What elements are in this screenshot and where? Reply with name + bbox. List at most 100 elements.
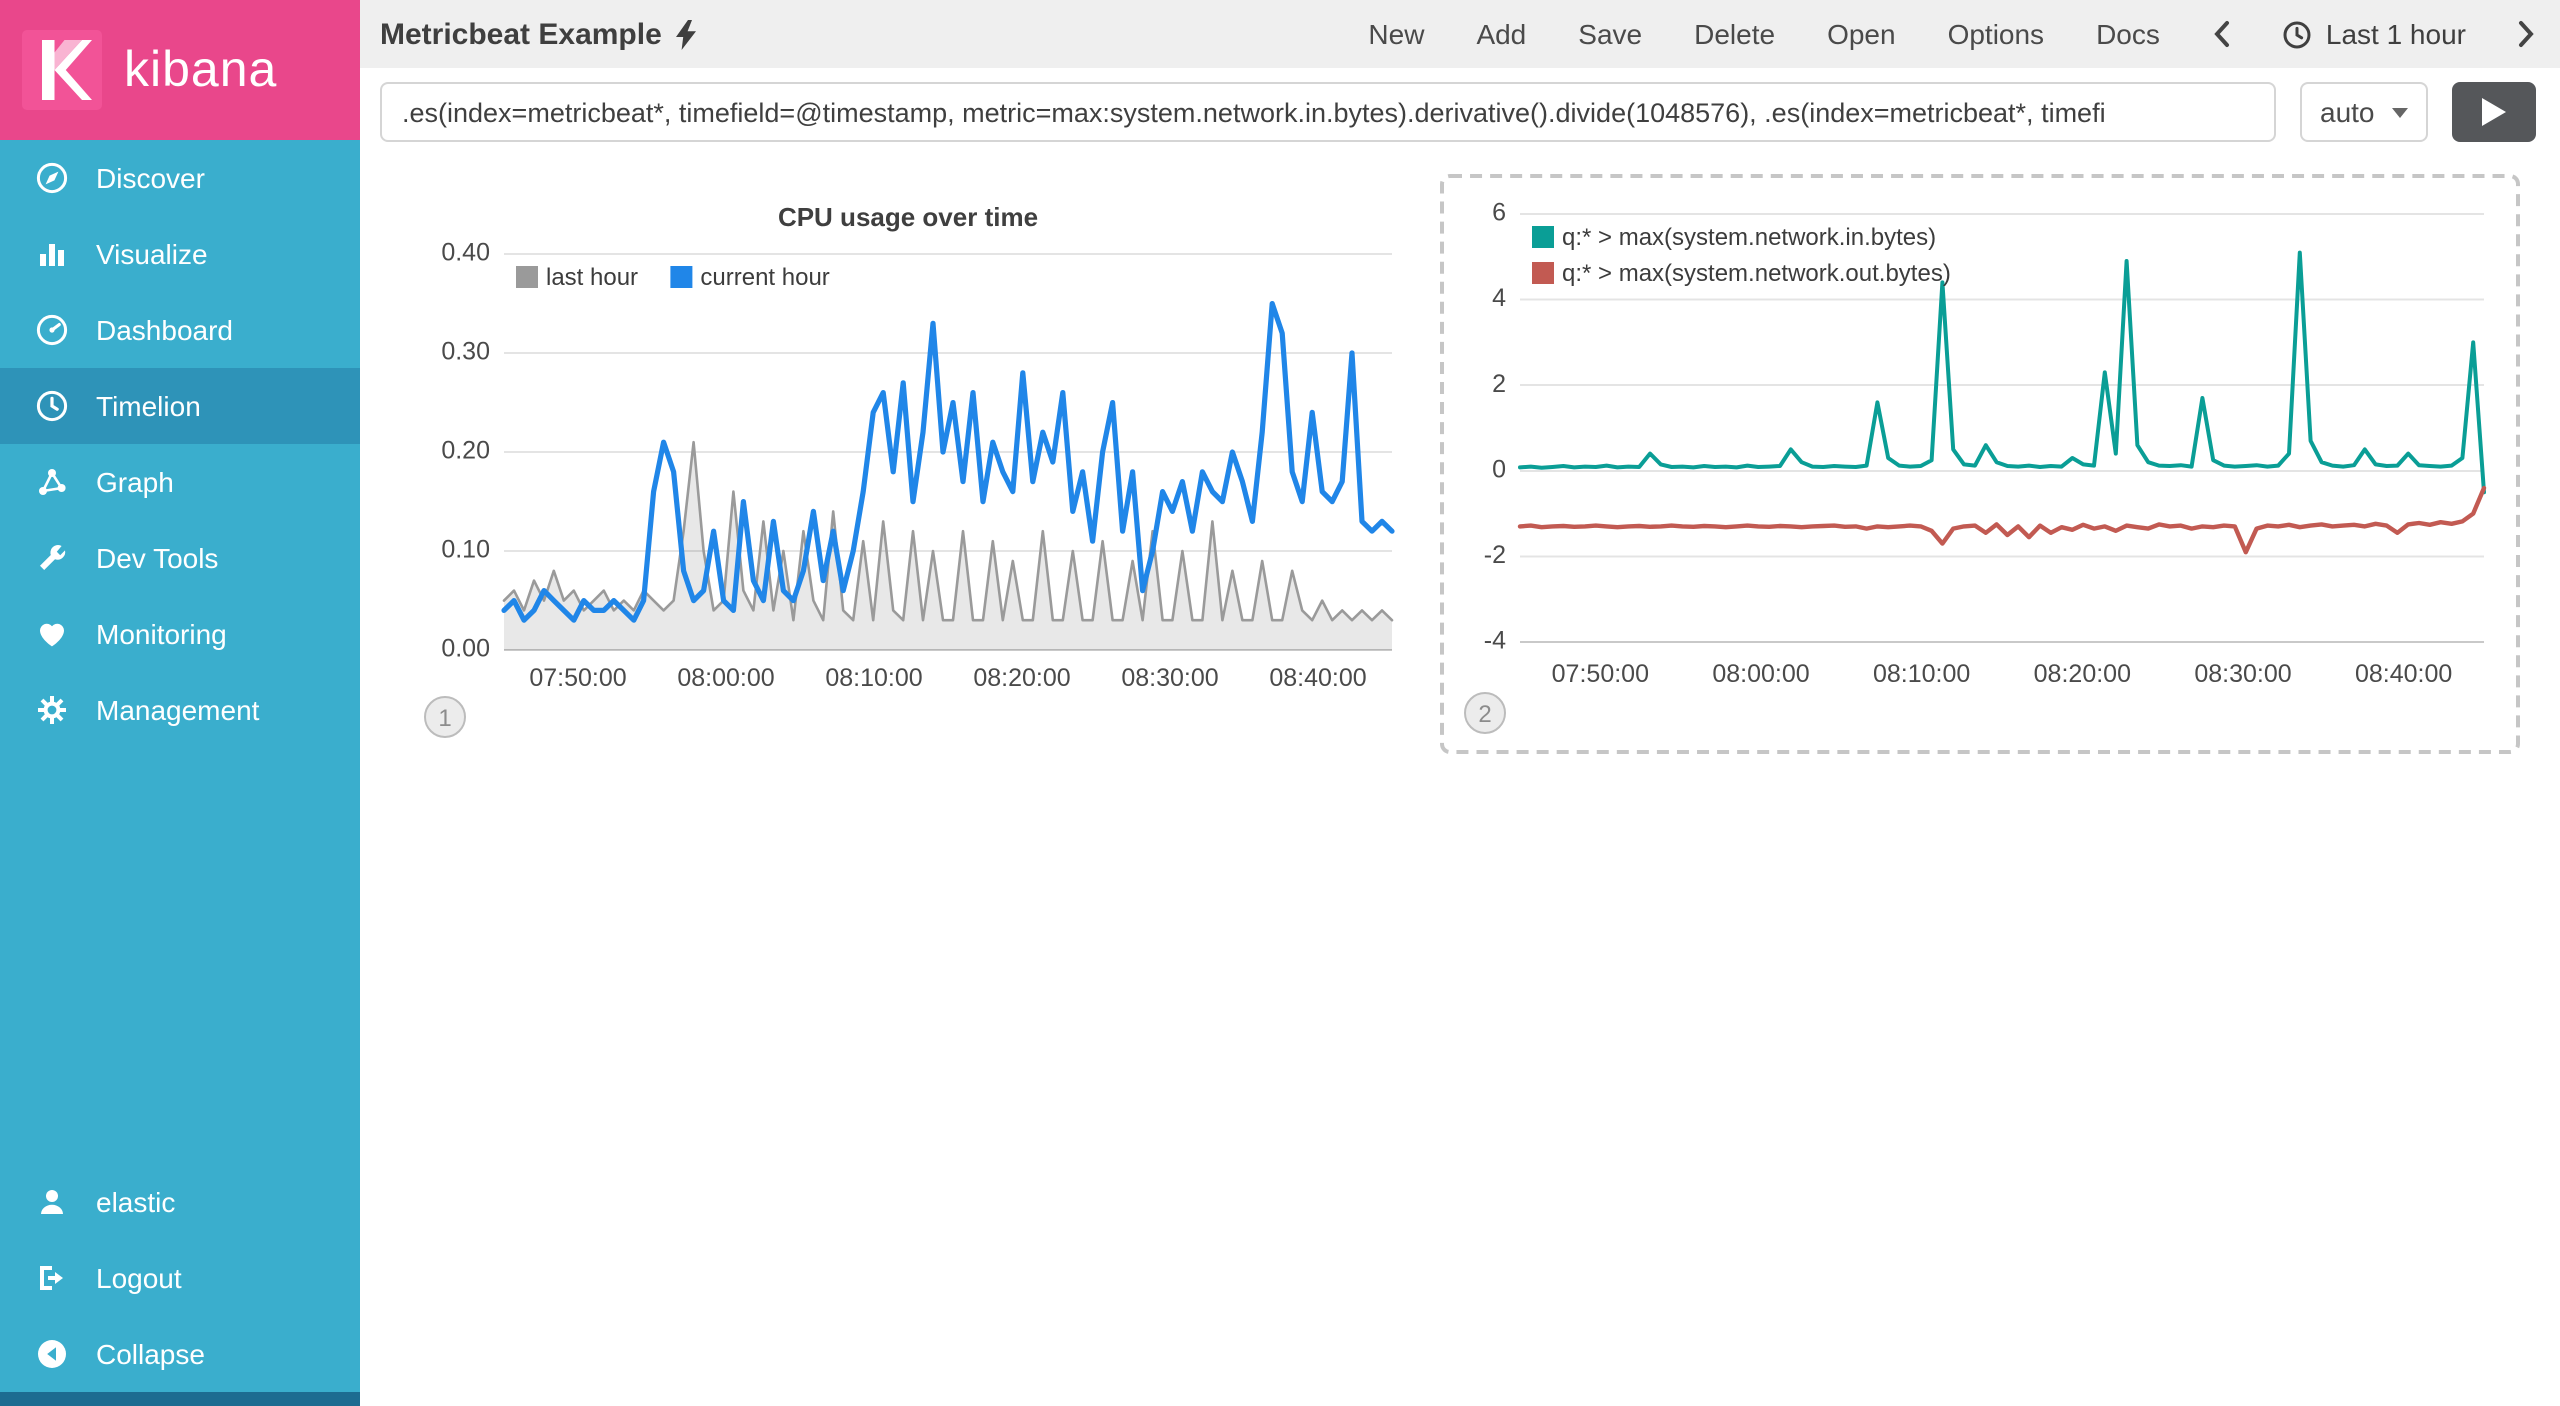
- collapse-icon: [38, 1340, 66, 1368]
- brand-name: kibana: [124, 41, 278, 97]
- sidebar-bottom-strip: [0, 1392, 360, 1406]
- sidebar-item-label: elastic: [96, 1186, 176, 1218]
- menu-new[interactable]: New: [1368, 18, 1424, 50]
- logout-icon: [40, 1266, 63, 1290]
- chevron-down-icon: [2392, 107, 2408, 117]
- chevron-left-icon: [2214, 21, 2229, 47]
- sidebar-item-label: Dev Tools: [96, 542, 219, 574]
- time-forward-button[interactable]: [2518, 20, 2536, 48]
- timelion-sheet: CPU usage over time 0.00 0.10 0.20 0.30 0.40…: [360, 154, 2560, 758]
- svg-text:08:00:00: 08:00:00: [677, 664, 774, 692]
- svg-text:0.20: 0.20: [441, 437, 490, 465]
- dev-tools-icon: [40, 545, 66, 570]
- svg-text:08:00:00: 08:00:00: [1712, 660, 1809, 688]
- svg-text:08:10:00: 08:10:00: [825, 664, 922, 692]
- svg-text:-4: -4: [1484, 627, 1506, 655]
- sidebar-item-label: Logout: [96, 1262, 182, 1294]
- lightning-icon: [675, 19, 696, 49]
- kibana-logo[interactable]: kibana: [0, 0, 360, 140]
- kibana-app: kibana Discover Visualize Dashboard Time…: [0, 0, 2560, 1406]
- sidebar-item-dashboard[interactable]: Dashboard: [0, 292, 360, 368]
- sidebar-item-label: Graph: [96, 466, 174, 498]
- chart-title: CPU usage over time: [777, 202, 1039, 232]
- svg-text:08:20:00: 08:20:00: [973, 664, 1070, 692]
- sidebar-item-timelion[interactable]: Timelion: [0, 368, 360, 444]
- interval-select[interactable]: auto: [2300, 82, 2428, 142]
- graph-icon: [39, 469, 66, 495]
- sidebar-item-dev-tools[interactable]: Dev Tools: [0, 520, 360, 596]
- sidebar-item-label: Visualize: [96, 238, 208, 270]
- svg-text:q:* > max(system.network.out.b: q:* > max(system.network.out.bytes): [1562, 260, 1951, 287]
- svg-text:last hour: last hour: [546, 264, 638, 291]
- svg-text:08:40:00: 08:40:00: [1269, 664, 1366, 692]
- chart-legend[interactable]: last hour current hour: [516, 264, 830, 291]
- svg-text:6: 6: [1492, 199, 1506, 227]
- chart-svg: 6 4 2 0 -2 -4 07:50:00 08:00:00 08:10:00 08:20:00…: [1484, 199, 2487, 688]
- menu-add[interactable]: Add: [1476, 18, 1526, 50]
- time-picker-label: Last 1 hour: [2325, 18, 2466, 50]
- svg-text:-2: -2: [1484, 541, 1506, 569]
- play-button[interactable]: [2452, 82, 2536, 142]
- chart-svg: 0.00 0.10 0.20 0.30 0.40 07:50:00 08:00:00 08:1…: [441, 239, 1395, 692]
- time-picker[interactable]: Last 1 hour: [2282, 18, 2466, 50]
- sidebar-item-label: Monitoring: [96, 618, 227, 650]
- sidebar-item-label: Timelion: [96, 390, 201, 422]
- play-icon: [2482, 98, 2506, 126]
- chart-2-plot: 6 4 2 0 -2 -4 07:50:00 08:00:00 08:10:00 08:20:00…: [1460, 194, 2500, 698]
- sidebar-item-graph[interactable]: Graph: [0, 444, 360, 520]
- menu-options[interactable]: Options: [1948, 18, 2045, 50]
- interval-value: auto: [2320, 96, 2375, 128]
- sidebar-item-label: Discover: [96, 162, 205, 194]
- series-q-max-system-network-out-bytes-: [1517, 485, 2487, 555]
- svg-text:q:* > max(system.network.in.by: q:* > max(system.network.in.bytes): [1562, 224, 1936, 251]
- chevron-right-icon: [2519, 21, 2534, 47]
- sidebar-footer: elastic Logout Collapse: [0, 1164, 360, 1406]
- svg-text:08:20:00: 08:20:00: [2034, 660, 2131, 688]
- sidebar-item-label: Collapse: [96, 1338, 205, 1370]
- query-bar: auto: [360, 68, 2560, 154]
- management-icon: [38, 696, 66, 724]
- svg-text:07:50:00: 07:50:00: [1552, 660, 1649, 688]
- series-q-max-system-network-in-bytes-: [1518, 250, 2486, 495]
- sidebar-item-monitoring[interactable]: Monitoring: [0, 596, 360, 672]
- kibana-logo-icon: [22, 30, 102, 110]
- panel-number-badge: 1: [424, 696, 466, 738]
- svg-text:08:30:00: 08:30:00: [1121, 664, 1218, 692]
- timelion-panel-1[interactable]: CPU usage over time 0.00 0.10 0.20 0.30 0.40…: [400, 174, 1416, 758]
- panel-number-badge: 2: [1464, 692, 1506, 734]
- sidebar-item-visualize[interactable]: Visualize: [0, 216, 360, 292]
- sidebar-item-logout[interactable]: Logout: [0, 1240, 360, 1316]
- chart-legend[interactable]: q:* > max(system.network.in.bytes) q:* > …: [1532, 224, 1951, 287]
- menu-docs[interactable]: Docs: [2096, 18, 2160, 50]
- svg-text:2: 2: [1492, 370, 1506, 398]
- svg-text:08:40:00: 08:40:00: [2355, 660, 2452, 688]
- sidebar-item-management[interactable]: Management: [0, 672, 360, 748]
- svg-text:0.40: 0.40: [441, 239, 490, 267]
- menu-save[interactable]: Save: [1578, 18, 1642, 50]
- discover-icon: [36, 162, 68, 194]
- svg-text:current hour: current hour: [700, 264, 829, 291]
- sidebar-nav: Discover Visualize Dashboard Timelion Gr…: [0, 140, 360, 748]
- sidebar-item-discover[interactable]: Discover: [0, 140, 360, 216]
- timelion-query-input[interactable]: [380, 82, 2276, 142]
- visualize-icon: [40, 244, 64, 266]
- svg-text:08:30:00: 08:30:00: [2194, 660, 2291, 688]
- time-back-button[interactable]: [2212, 20, 2230, 48]
- page-title: Metricbeat Example: [380, 17, 698, 51]
- svg-text:0.10: 0.10: [441, 536, 490, 564]
- series-current-hour: [501, 301, 1395, 623]
- timelion-panel-2[interactable]: 6 4 2 0 -2 -4 07:50:00 08:00:00 08:10:00 08:20:00…: [1440, 174, 2520, 754]
- sidebar-item-label: Management: [96, 694, 260, 726]
- main-area: Metricbeat Example New Add Save Delete O…: [360, 0, 2560, 1406]
- menu-delete[interactable]: Delete: [1694, 18, 1775, 50]
- svg-text:07:50:00: 07:50:00: [529, 664, 626, 692]
- chart-1-plot: 0.00 0.10 0.20 0.30 0.40 07:50:00 08:00:00 08:1…: [416, 238, 1400, 702]
- svg-text:4: 4: [1492, 284, 1506, 312]
- svg-text:0.00: 0.00: [441, 635, 490, 663]
- menu-open[interactable]: Open: [1827, 18, 1896, 50]
- monitoring-icon: [40, 623, 64, 647]
- sidebar-item-collapse[interactable]: Collapse: [0, 1316, 360, 1392]
- timelion-icon: [36, 390, 68, 422]
- topbar: Metricbeat Example New Add Save Delete O…: [360, 0, 2560, 68]
- sidebar-item-elastic[interactable]: elastic: [0, 1164, 360, 1240]
